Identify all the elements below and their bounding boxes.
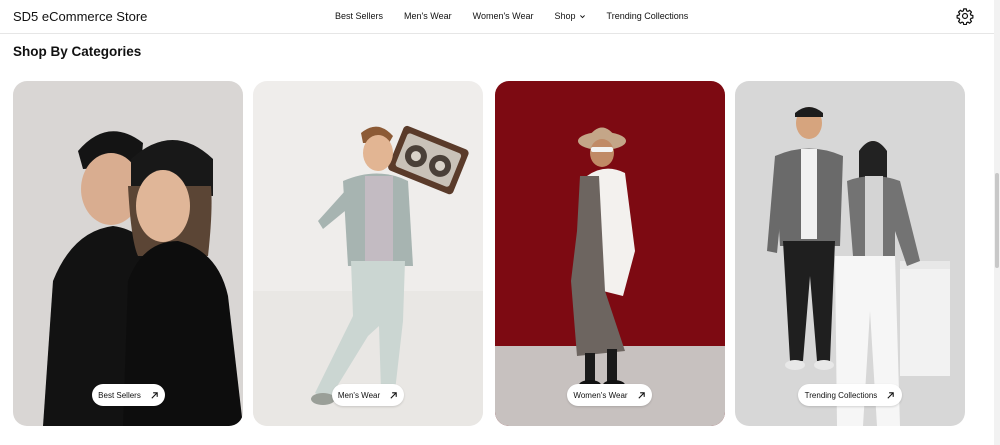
- category-button-trending-collections[interactable]: Trending Collections: [798, 384, 902, 406]
- arrow-up-right-icon: [151, 391, 158, 399]
- category-card-mens-wear[interactable]: Men's Wear: [253, 81, 483, 426]
- nav-item-mens-wear[interactable]: Men's Wear: [404, 11, 452, 21]
- arrow-up-right-icon: [887, 391, 895, 399]
- section-title: Shop By Categories: [13, 44, 142, 59]
- category-button-best-sellers[interactable]: Best Sellers: [92, 384, 165, 406]
- arrow-up-right-icon: [637, 391, 645, 399]
- gear-icon[interactable]: [956, 7, 974, 25]
- nav-item-womens-wear[interactable]: Women's Wear: [473, 11, 534, 21]
- page-scrollbar[interactable]: [994, 0, 1000, 445]
- category-button-mens-wear[interactable]: Men's Wear: [332, 384, 404, 406]
- category-image-womens-wear: [495, 81, 725, 426]
- scrollbar-thumb[interactable]: [995, 173, 999, 268]
- chevron-down-icon: [579, 14, 585, 18]
- category-card-womens-wear[interactable]: Women's Wear: [495, 81, 725, 426]
- category-card-trending-collections[interactable]: Trending Collections: [735, 81, 965, 426]
- nav-item-best-sellers[interactable]: Best Sellers: [335, 11, 383, 21]
- top-nav-bar: SD5 eCommerce Store Best Sellers Men's W…: [0, 0, 994, 34]
- category-image-mens-wear: [253, 81, 483, 426]
- category-image-best-sellers: [13, 81, 243, 426]
- store-logo-text[interactable]: SD5 eCommerce Store: [13, 9, 147, 24]
- main-nav: Best Sellers Men's Wear Women's Wear Sho…: [335, 11, 709, 21]
- category-image-trending-collections: [735, 81, 965, 426]
- category-button-womens-wear[interactable]: Women's Wear: [567, 384, 652, 406]
- category-card-best-sellers[interactable]: Best Sellers: [13, 81, 243, 426]
- nav-item-trending-collections[interactable]: Trending Collections: [607, 11, 689, 21]
- arrow-up-right-icon: [390, 391, 397, 399]
- nav-item-shop[interactable]: Shop: [555, 11, 586, 21]
